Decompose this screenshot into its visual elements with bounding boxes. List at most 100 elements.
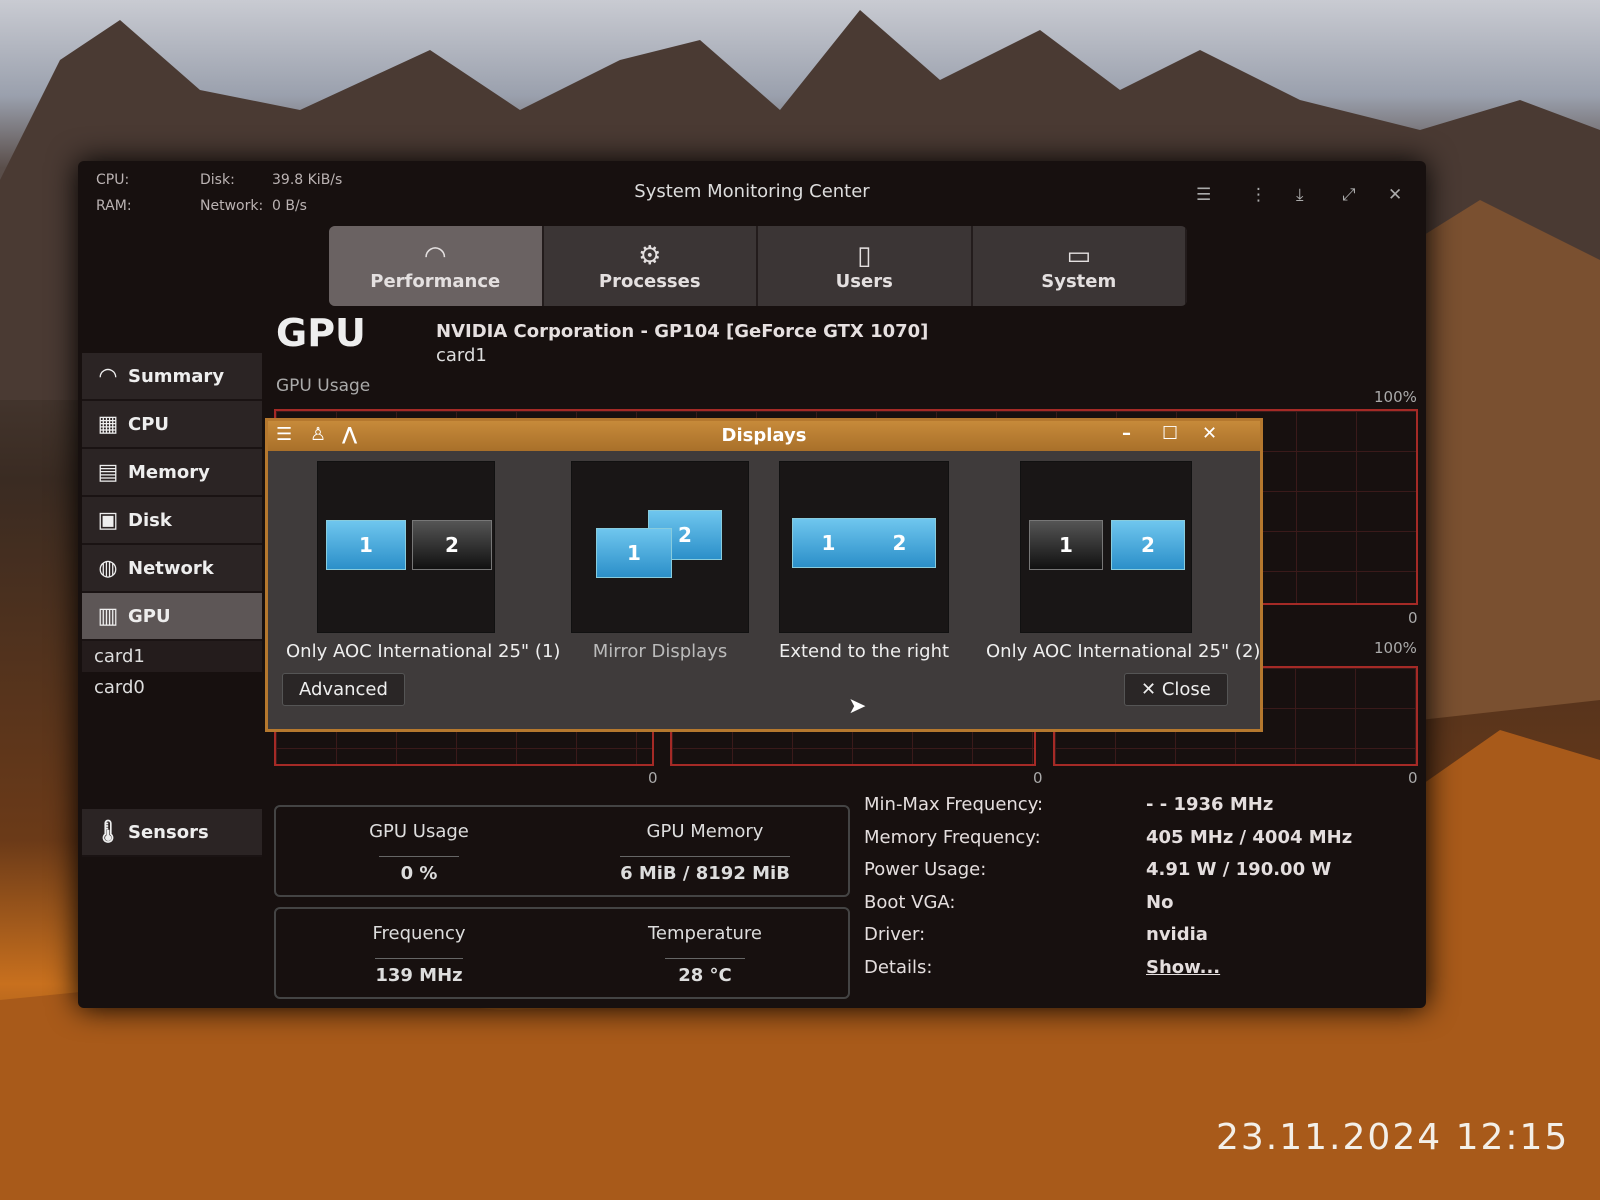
memory-label: GPU Memory: [646, 821, 764, 842]
info-key: Details:: [864, 956, 933, 978]
close-icon[interactable]: ✕: [1388, 185, 1402, 205]
gpu-name: NVIDIA Corporation - GP104 [GeForce GTX …: [436, 321, 929, 342]
download-icon[interactable]: ⤓: [1296, 185, 1304, 205]
sidebar-item-disk[interactable]: ▣ Disk: [82, 497, 262, 545]
gauge-icon: ◠: [425, 240, 446, 271]
globe-icon: ◍: [98, 555, 118, 581]
display-preview: 1 2: [1020, 461, 1192, 633]
memory-value: 6 MiB / 8192 MiB: [620, 856, 790, 884]
gpu-card: card1: [436, 345, 487, 366]
display-preview: 1 2: [779, 461, 949, 633]
sidebar-item-label: Disk: [128, 509, 172, 531]
sidebar-item-label: Memory: [128, 461, 210, 483]
gear-icon: ⚙: [638, 240, 662, 271]
chart-min-label: 0: [648, 769, 658, 787]
sidebar-item-label: Sensors: [128, 821, 209, 843]
option-only-display-2[interactable]: 1 2 Only AOC International 25" (2): [986, 461, 1261, 662]
displays-dialog: ☰ ♙ ⋀ Displays – ☐ ✕ 1 2 Only AOC Intern…: [265, 418, 1263, 732]
option-only-display-1[interactable]: 1 2 Only AOC International 25" (1): [286, 461, 561, 662]
monitor-2: 2: [412, 520, 492, 570]
page-title: GPU: [276, 311, 366, 355]
gpu-card0[interactable]: card0: [82, 672, 262, 703]
sidebar-item-label: GPU: [128, 605, 171, 627]
window-title: System Monitoring Center: [634, 181, 870, 202]
close-icon: ✕: [1141, 679, 1162, 700]
info-value: 4.91 W / 190.00 W: [1146, 859, 1332, 880]
gauge-icon: ◠: [99, 363, 117, 389]
tab-label: Performance: [370, 270, 501, 292]
minimize-icon[interactable]: –: [1122, 423, 1131, 444]
gpu-info: Min-Max Frequency: - - 1936 MHz Memory Fr…: [864, 789, 1352, 984]
mouse-cursor-icon: ➤: [848, 694, 867, 719]
gpu-card1[interactable]: card1: [82, 641, 262, 672]
usage-label: GPU Usage: [369, 821, 469, 842]
monitor-1: 1: [326, 520, 406, 570]
advanced-button[interactable]: Advanced: [282, 673, 405, 706]
sidebar-item-summary[interactable]: ◠ Summary: [82, 353, 262, 401]
info-key: Driver:: [864, 924, 926, 945]
sidebar-item-sensors[interactable]: 🌡 Sensors: [82, 809, 262, 857]
tab-label: Users: [835, 270, 893, 292]
monitor-1: 1: [1029, 520, 1103, 570]
sidebar: ◠ Summary ▦ CPU ▤ Memory ▣ Disk ◍ Network ▥ GP…: [82, 353, 262, 703]
freq-temp-box: Frequency 139 MHz Temperature 28 °C: [274, 907, 850, 999]
thermometer-icon: 🌡: [94, 819, 122, 845]
sidebar-item-label: CPU: [128, 413, 170, 435]
mouse-icon: ▯: [857, 240, 872, 271]
close-button[interactable]: ✕ Close: [1124, 673, 1228, 706]
dialog-title: Displays: [721, 425, 807, 446]
sidebar-item-label: Network: [128, 557, 214, 579]
close-icon[interactable]: ✕: [1202, 423, 1217, 444]
display-preview: 1 2: [317, 461, 495, 633]
monitor-2: 2: [1111, 520, 1185, 570]
usage-memory-box: GPU Usage 0 % GPU Memory 6 MiB / 8192 MiB: [274, 805, 850, 897]
main-tabs: ◠ Performance ⚙ Processes ▯ Users ▭ System: [329, 226, 1187, 306]
temperature-value: 28 °C: [665, 958, 745, 986]
monitor-1: 1: [596, 528, 672, 578]
option-label: Only AOC International 25" (2): [986, 641, 1261, 662]
info-key: Min-Max Frequency:: [864, 794, 1044, 815]
sidebar-item-network[interactable]: ◍ Network: [82, 545, 262, 593]
kebab-menu-icon[interactable]: ⋮: [1250, 185, 1267, 205]
photo-timestamp: 23.11.2024 12:15: [1216, 1117, 1570, 1158]
tab-label: System: [1041, 270, 1117, 292]
chart-max-label: 100%: [1374, 388, 1417, 406]
sidebar-item-memory[interactable]: ▤ Memory: [82, 449, 262, 497]
monitor-2: 2: [864, 518, 936, 568]
dialog-titlebar[interactable]: ☰ ♙ ⋀ Displays – ☐ ✕: [268, 421, 1260, 451]
tab-performance[interactable]: ◠ Performance: [329, 226, 544, 306]
frequency-value: 139 MHz: [375, 958, 463, 986]
info-value: 405 MHz / 4004 MHz: [1146, 826, 1353, 848]
option-extend-right[interactable]: 1 2 Extend to the right: [744, 461, 984, 662]
maximize-icon[interactable]: ☐: [1162, 423, 1178, 444]
tab-system[interactable]: ▭ System: [973, 226, 1187, 306]
close-label: Close: [1161, 679, 1211, 700]
sidebar-item-label: Summary: [128, 365, 225, 387]
tab-users[interactable]: ▯ Users: [758, 226, 973, 306]
sidebar-item-gpu[interactable]: ▥ GPU: [82, 593, 262, 641]
tab-processes[interactable]: ⚙ Processes: [544, 226, 758, 306]
tab-label: Processes: [598, 270, 701, 292]
usage-value: 0 %: [379, 856, 459, 884]
chart-min-label: 0: [1033, 769, 1043, 787]
option-label: Only AOC International 25" (1): [286, 641, 561, 662]
frequency-label: Frequency: [372, 923, 466, 944]
info-key: Memory Frequency:: [864, 826, 1041, 848]
info-value: nvidia: [1146, 924, 1208, 945]
temperature-label: Temperature: [647, 923, 763, 944]
details-show-link[interactable]: Show...: [1146, 952, 1220, 985]
info-key: Boot VGA:: [864, 891, 956, 913]
info-key: Power Usage:: [864, 859, 987, 880]
sidebar-item-cpu[interactable]: ▦ CPU: [82, 401, 262, 449]
chart-min-label: 0: [1408, 769, 1418, 787]
disk-icon: ▣: [97, 507, 119, 533]
gpu-icon: ▥: [97, 603, 119, 629]
monitor-1: 1: [792, 518, 864, 568]
info-value: No: [1146, 891, 1174, 913]
ram-icon: ▤: [97, 459, 119, 485]
display-preview: 2 1: [571, 461, 749, 633]
info-value: - - 1936 MHz: [1146, 794, 1274, 815]
chip-icon: ▦: [97, 411, 119, 437]
menu-icon[interactable]: ☰: [1196, 185, 1211, 205]
maximize-icon[interactable]: ⤢: [1342, 185, 1356, 205]
